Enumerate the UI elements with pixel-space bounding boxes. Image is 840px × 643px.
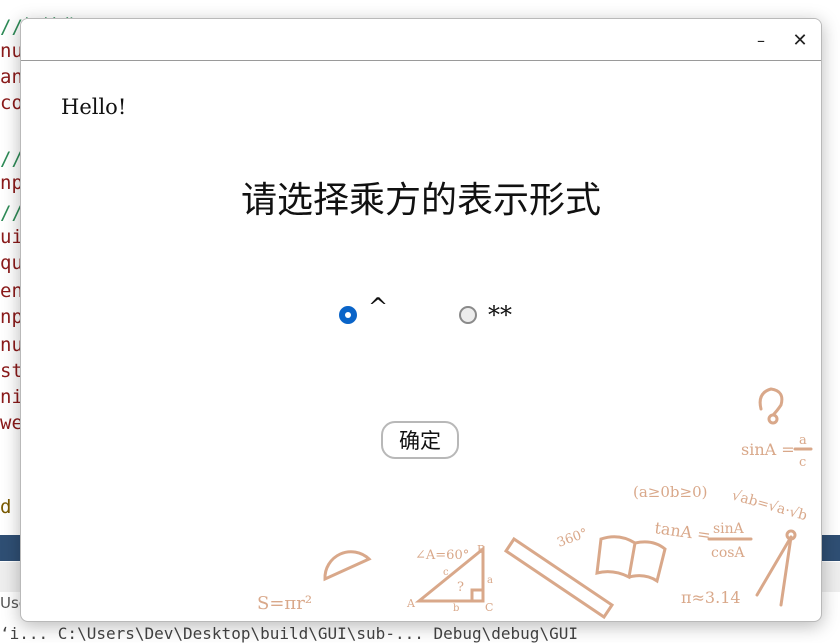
radio-option-caret-label: ^ (368, 293, 389, 321)
triangle-side-b: b (453, 603, 459, 614)
radio-option-caret[interactable]: ^ (339, 293, 388, 329)
greeting-text: Hello! (61, 95, 127, 119)
background-path-text: ʻi... C:\Users\Dev\Desktop\build\GUI\sub… (0, 624, 578, 643)
triangle-vertex-b: B (477, 543, 485, 556)
formula-tan-den: cosA (711, 545, 745, 561)
close-icon: ✕ (792, 29, 808, 51)
triangle-side-a: a (487, 575, 493, 586)
radio-unchecked-icon[interactable] (459, 306, 477, 324)
formula-pi: π≈3.14 (681, 588, 741, 607)
dialog-window: – ✕ sinA = a c (a≥0b≥0) √ab=√a·√b tanA =… (20, 18, 822, 622)
title-bar: – ✕ (21, 19, 821, 61)
confirm-button[interactable]: 确定 (381, 421, 459, 459)
formula-degree: 360° (555, 526, 590, 551)
formula-tan-num: sinA (713, 521, 745, 537)
radio-checked-icon[interactable] (339, 306, 357, 324)
formula-sin: sinA = (741, 440, 795, 459)
minimize-icon: – (757, 30, 765, 50)
triangle-vertex-c: C (485, 601, 493, 614)
minimize-button[interactable]: – (744, 25, 778, 55)
radio-option-double-star-label: ** (488, 301, 512, 329)
triangle-side-c: c (443, 567, 449, 578)
formula-sin-den: c (799, 455, 806, 470)
formula-area: S=πr² (257, 593, 312, 614)
triangle-vertex-a: A (406, 597, 416, 610)
triangle-question: ? (457, 580, 464, 595)
formula-sqrt: √ab=√a·√b (730, 487, 809, 524)
radio-option-double-star[interactable]: ** (459, 301, 512, 329)
formula-sin-num: a (799, 433, 807, 448)
question-title: 请选择乘方的表示形式 (240, 180, 601, 221)
formula-ineq: (a≥0b≥0) (633, 483, 707, 501)
formula-tan: tanA = (653, 518, 711, 545)
power-format-radio-group: ^ ** (21, 293, 821, 331)
formula-angle: ∠A=60° (415, 548, 469, 563)
close-button[interactable]: ✕ (783, 25, 817, 55)
